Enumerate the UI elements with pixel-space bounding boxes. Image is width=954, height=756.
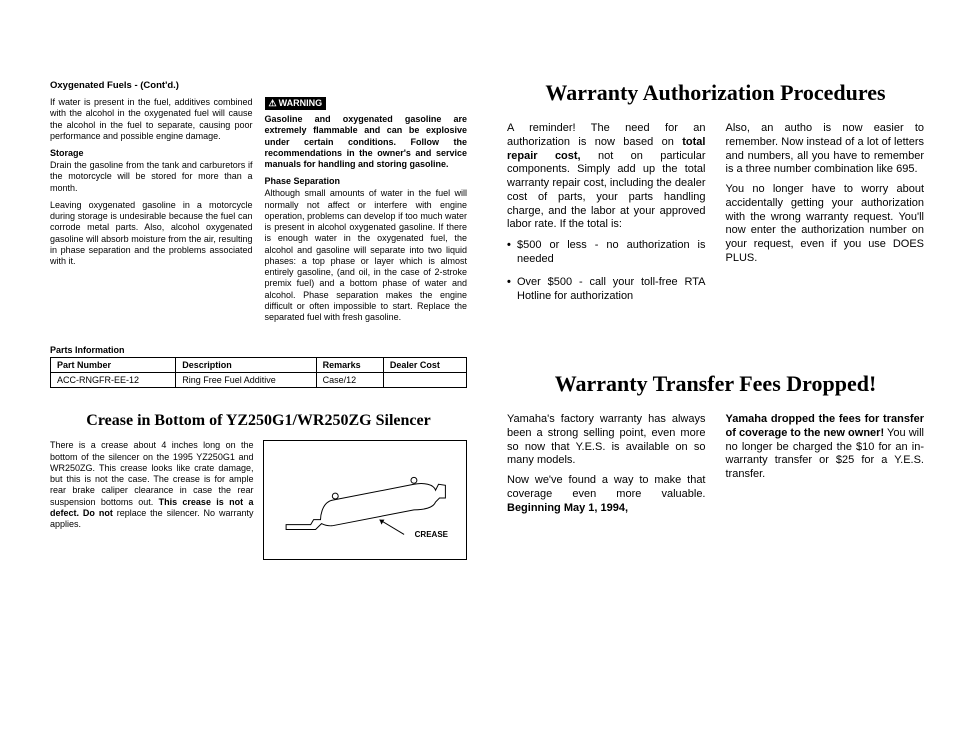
left-page: Oxygenated Fuels - (Cont'd.) If water is… [50, 80, 467, 726]
bullet-item: $500 or less - no authorization is neede… [507, 238, 706, 267]
crease-body: There is a crease about 4 inches long on… [50, 440, 467, 560]
silencer-icon [264, 441, 466, 559]
parts-table: Part Number Description Remarks Dealer C… [50, 357, 467, 388]
section-heading: Oxygenated Fuels - (Cont'd.) [50, 80, 467, 91]
crease-section: Crease in Bottom of YZ250G1/WR250ZG Sile… [50, 412, 467, 560]
crease-text: There is a crease about 4 inches long on… [50, 440, 253, 560]
body-text: Yamaha's factory warranty has always bee… [507, 413, 706, 468]
body-text: Leaving oxygenated gasoline in a motorcy… [50, 200, 253, 268]
th-dealer-cost: Dealer Cost [383, 358, 466, 373]
page: Oxygenated Fuels - (Cont'd.) If water is… [0, 0, 954, 756]
th-description: Description [176, 358, 316, 373]
fuel-col-1: If water is present in the fuel, additiv… [50, 97, 253, 329]
auth-columns: A reminder! The need for an authorizatio… [507, 122, 924, 311]
text: A reminder! The need for an authorizatio… [507, 122, 706, 148]
td-remarks: Case/12 [316, 373, 383, 388]
text: Now we've found a way to make that cover… [507, 474, 706, 500]
crease-figure-label: CREASE [415, 530, 448, 539]
right-page: Warranty Authorization Procedures A remi… [507, 80, 924, 726]
table-header-row: Part Number Description Remarks Dealer C… [51, 358, 467, 373]
warning-icon: ⚠ [269, 98, 277, 108]
body-text: You no longer have to worry about accide… [726, 183, 925, 266]
auth-col-2: Also, an autho is now easier to remember… [726, 122, 925, 311]
body-text: Also, an autho is now easier to remember… [726, 122, 925, 177]
auth-col-1: A reminder! The need for an authorizatio… [507, 122, 706, 311]
auth-bullets: $500 or less - no authorization is neede… [507, 238, 706, 303]
auth-intro: A reminder! The need for an authorizatio… [507, 122, 706, 232]
transfer-col-2: Yamaha dropped the fees for transfer of … [726, 413, 925, 521]
auth-title: Warranty Authorization Procedures [507, 80, 924, 106]
td-dealer-cost [383, 373, 466, 388]
th-part-number: Part Number [51, 358, 176, 373]
fuel-columns: If water is present in the fuel, additiv… [50, 97, 467, 329]
td-part-number: ACC-RNGFR-EE-12 [51, 373, 176, 388]
body-text: Yamaha dropped the fees for transfer of … [726, 413, 925, 482]
bullet-item: Over $500 - call your toll-free RTA Hotl… [507, 275, 706, 304]
td-description: Ring Free Fuel Additive [176, 373, 316, 388]
phase-heading: Phase Separation [265, 176, 468, 186]
parts-info-heading: Parts Information [50, 345, 467, 355]
text-bold: Beginning May 1, 1994, [507, 502, 628, 514]
storage-heading: Storage [50, 148, 253, 158]
table-row: ACC-RNGFR-EE-12 Ring Free Fuel Additive … [51, 373, 467, 388]
body-text: If water is present in the fuel, additiv… [50, 97, 253, 142]
fuel-col-2: ⚠WARNING Gasoline and oxygenated gasolin… [265, 97, 468, 329]
transfer-section: Warranty Transfer Fees Dropped! Yamaha's… [507, 371, 924, 521]
body-text: Drain the gasoline from the tank and car… [50, 160, 253, 194]
warning-label: WARNING [279, 98, 323, 108]
body-text: Now we've found a way to make that cover… [507, 474, 706, 515]
warning-text: Gasoline and oxygenated gasoline are ext… [265, 114, 468, 170]
warning-badge: ⚠WARNING [265, 97, 327, 110]
transfer-title: Warranty Transfer Fees Dropped! [507, 371, 924, 397]
transfer-columns: Yamaha's factory warranty has always bee… [507, 413, 924, 521]
crease-title: Crease in Bottom of YZ250G1/WR250ZG Sile… [50, 412, 467, 430]
th-remarks: Remarks [316, 358, 383, 373]
silencer-figure: CREASE [263, 440, 467, 560]
body-text: Although small amounts of water in the f… [265, 188, 468, 323]
transfer-col-1: Yamaha's factory warranty has always bee… [507, 413, 706, 521]
